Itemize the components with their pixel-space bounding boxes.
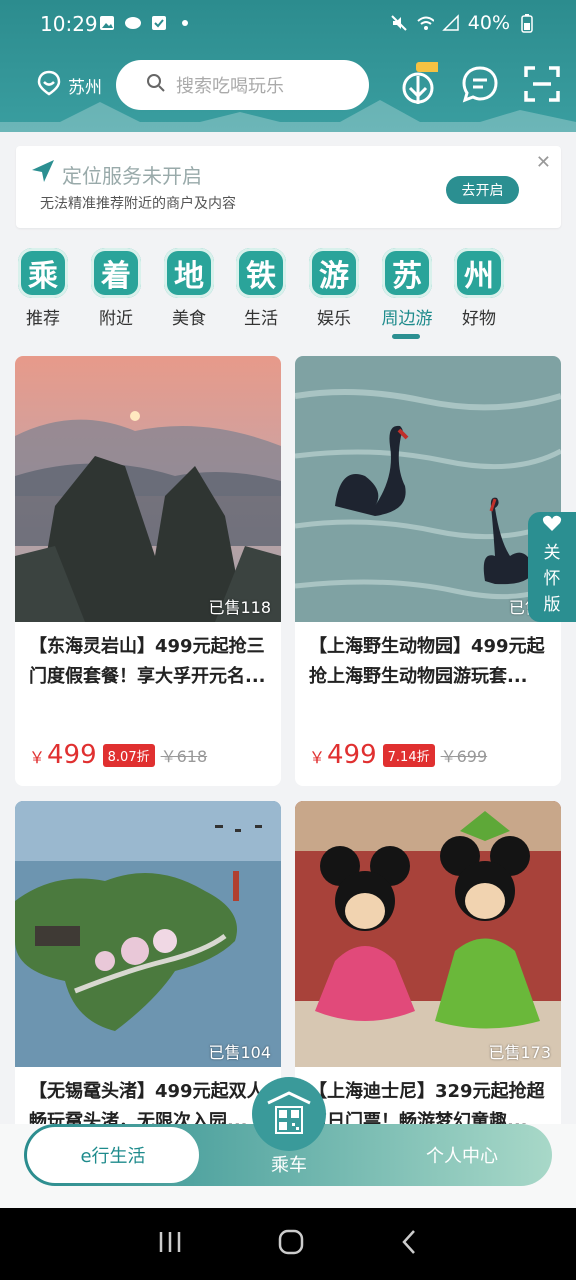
wifi-icon [416,14,434,32]
sold-count: 已售173 [488,1043,551,1062]
price-line: ￥499 7.14折 ￥699 [309,740,487,770]
care-mode-button[interactable]: 关怀版 [528,512,576,622]
category-glyph: 游 [309,248,359,298]
category-glyph: 州 [454,248,504,298]
current-price: ￥499 [309,740,377,770]
active-tab-indicator [392,334,420,339]
signal-icon [441,14,460,32]
search-icon [146,73,166,98]
scan-icon [524,66,560,102]
product-title: 【上海野生动物园】499元起抢上海野生动物园游玩套... [309,636,545,687]
product-image-disney-characters [295,801,561,1067]
tab-profile[interactable]: 个人中心 [426,1142,498,1168]
price-line: ￥499 8.07折 ￥618 [29,740,207,770]
heart-icon [528,514,576,540]
category-nav: 乘 推荐 着 附近 地 美食 铁 生活 游 娱乐 苏 周边游 州 好物 [0,248,576,344]
system-status: 40% [390,12,536,34]
current-price: ￥499 [29,740,97,770]
discount-badge: 7.14折 [382,743,435,767]
category-label: 推荐 [26,309,60,329]
system-nav-bar [0,1208,576,1280]
dot-icon [176,14,194,32]
product-image-mountain [15,356,281,622]
category-glyph: 乘 [18,248,68,298]
qr-code-icon [267,1091,311,1134]
category-glyph: 着 [91,248,141,298]
home-icon[interactable] [277,1228,305,1260]
scan-button[interactable] [522,62,562,106]
product-card[interactable]: 已售118 【东海灵岩山】499元起抢三门度假套餐！享大孚开元名... ￥499… [15,356,281,786]
gallery-icon [98,14,116,32]
category-glyph: 铁 [236,248,286,298]
category-goods[interactable]: 州 好物 [444,248,514,329]
search-input[interactable]: 搜索吃喝玩乐 [116,60,369,110]
category-label: 附近 [99,309,133,329]
app-root: 10:29 40% 苏州 搜索吃喝玩乐 定位服务未开启 无法精准推荐附近的商户及… [0,0,576,1280]
check-icon [150,14,168,32]
banner-subtitle: 无法精准推荐附近的商户及内容 [40,196,236,212]
message-icon [462,66,498,103]
ride-button [252,1077,326,1151]
battery-percent: 40% [467,12,510,34]
tab-e-life[interactable]: e行生活 [27,1127,199,1183]
points-tree-icon [402,62,438,104]
points-exchange-button[interactable] [398,62,438,106]
category-glyph: 地 [164,248,214,298]
navigation-arrow-icon [30,158,56,188]
category-label: 美食 [172,309,206,329]
category-nearby[interactable]: 着 附近 [81,248,151,329]
care-mode-label: 关怀版 [543,543,561,615]
recent-apps-icon[interactable] [157,1230,183,1258]
close-icon[interactable]: ✕ [536,152,551,173]
messages-button[interactable] [460,62,500,106]
original-price: ￥699 [440,747,488,766]
search-placeholder: 搜索吃喝玩乐 [176,76,284,97]
mute-icon [390,14,408,32]
original-price: ￥618 [160,747,208,766]
location-service-banner: 定位服务未开启 无法精准推荐附近的商户及内容 去开启 ✕ [16,146,561,228]
battery-icon [518,14,536,33]
category-glyph: 苏 [382,248,432,298]
category-food[interactable]: 地 美食 [154,248,224,329]
banner-title: 定位服务未开启 [62,164,202,188]
category-label: 娱乐 [317,309,351,329]
enable-location-button[interactable]: 去开启 [446,176,519,204]
sold-count: 已售104 [208,1043,271,1062]
status-bar: 10:29 40% [0,0,576,48]
category-life[interactable]: 铁 生活 [226,248,296,329]
back-icon[interactable] [399,1228,419,1260]
product-image-black-swans [295,356,561,622]
discount-badge: 8.07折 [102,743,155,767]
city-name: 苏州 [68,78,102,98]
tab-ride[interactable]: 乘车 [250,1077,328,1187]
product-card[interactable]: 已售173 【上海迪士尼】329元起抢超值日门票！畅游梦幻童趣... [295,801,561,1141]
status-time: 10:29 [40,12,98,36]
chat-bubble-icon [124,14,142,32]
ride-label: 乘车 [271,1155,307,1176]
category-label: 好物 [462,309,496,329]
category-label: 周边游 [381,309,433,329]
product-card[interactable]: 已售104 【无锡鼋头渚】499元起双人畅玩鼋头渚，无限次入园... [15,801,281,1141]
header: 10:29 40% 苏州 搜索吃喝玩乐 [0,0,576,132]
city-selector[interactable]: 苏州 [36,70,102,101]
notification-icons [98,14,194,32]
category-recommend[interactable]: 乘 推荐 [8,248,78,329]
product-title: 【东海灵岩山】499元起抢三门度假套餐！享大孚开元名... [29,636,266,687]
category-nearby-travel[interactable]: 苏 周边游 [371,248,443,329]
currency-symbol: ￥ [309,748,326,767]
category-label: 生活 [244,309,278,329]
product-card[interactable]: 已售1 【上海野生动物园】499元起抢上海野生动物园游玩套... ￥499 7.… [295,356,561,786]
currency-symbol: ￥ [29,748,46,767]
sold-count: 已售118 [208,598,271,617]
location-pin-icon [36,70,62,101]
category-entertainment[interactable]: 游 娱乐 [299,248,369,329]
product-image-lake-island [15,801,281,1067]
